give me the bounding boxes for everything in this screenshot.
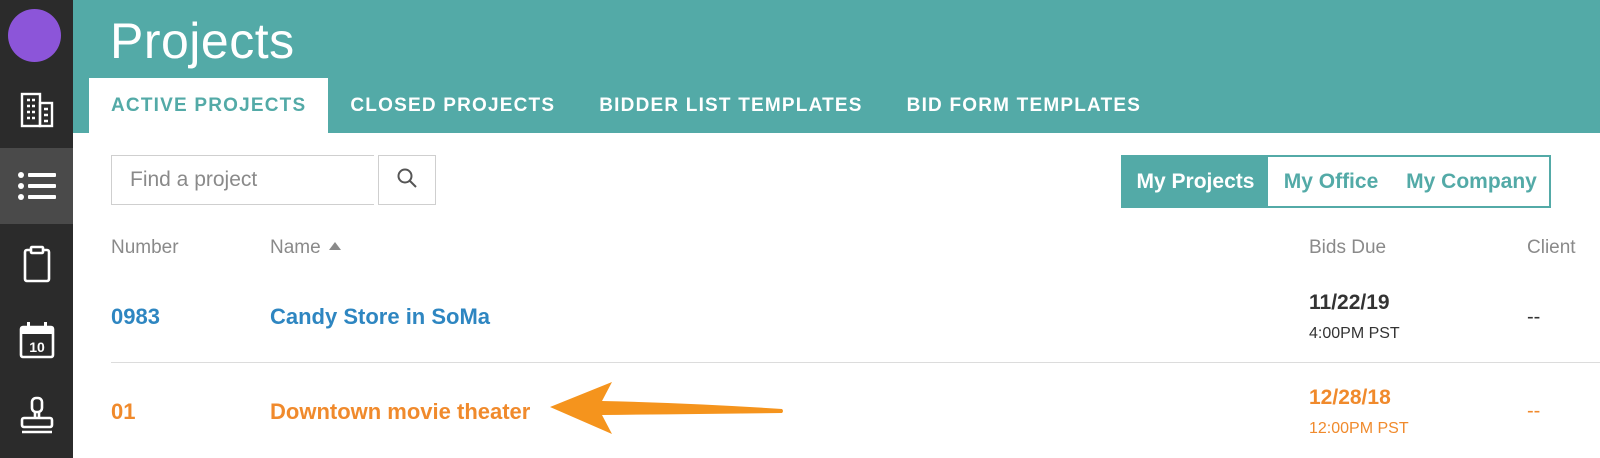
sidebar-item-projects[interactable] [0, 148, 73, 224]
building-icon [19, 91, 55, 129]
app-window: 10 Projects ACTIVE PROJECTS CLOSED PROJE… [0, 0, 1600, 458]
sort-ascending-icon [328, 241, 341, 250]
column-header-name-label: Name [270, 237, 321, 258]
tab-bid-form-templates[interactable]: BID FORM TEMPLATES [885, 78, 1163, 133]
pointer-arrow-icon [550, 378, 786, 441]
row-2-client: -- [1527, 400, 1541, 422]
row-1-due-time: 4:00PM PST [1309, 325, 1400, 342]
row-2-due-date: 12/28/18 [1309, 386, 1391, 409]
sidebar-item-buildings[interactable] [0, 72, 73, 148]
search-button[interactable] [378, 155, 436, 205]
filter-my-company[interactable]: My Company [1394, 157, 1549, 206]
row-divider [111, 362, 1600, 363]
row-1-due-date: 11/22/19 [1309, 291, 1390, 314]
tab-bidder-list-templates[interactable]: BIDDER LIST TEMPLATES [577, 78, 884, 133]
sidebar-item-tasks[interactable] [0, 226, 73, 302]
avatar[interactable] [8, 9, 61, 62]
row-2-due-time: 12:00PM PST [1309, 420, 1409, 437]
sidebar-item-calendar[interactable]: 10 [0, 302, 73, 378]
row-1-client: -- [1527, 306, 1541, 328]
search-icon [396, 167, 418, 194]
calendar-icon: 10 [19, 321, 55, 359]
search-input[interactable] [111, 155, 374, 205]
column-header-client[interactable]: Client [1527, 237, 1576, 259]
filter-my-projects[interactable]: My Projects [1123, 157, 1268, 206]
row-1-number[interactable]: 0983 [111, 304, 160, 330]
row-1-name[interactable]: Candy Store in SoMa [270, 304, 490, 330]
row-2-name[interactable]: Downtown movie theater [270, 399, 530, 425]
page-title: Projects [110, 13, 295, 69]
filter-my-office[interactable]: My Office [1268, 157, 1394, 206]
sidebar-item-bids[interactable] [0, 378, 73, 454]
column-header-bids-due[interactable]: Bids Due [1309, 237, 1386, 259]
column-header-number[interactable]: Number [111, 237, 179, 259]
tab-bar: ACTIVE PROJECTS CLOSED PROJECTS BIDDER L… [89, 78, 1163, 133]
tab-closed-projects[interactable]: CLOSED PROJECTS [328, 78, 577, 133]
tab-active-projects[interactable]: ACTIVE PROJECTS [89, 78, 329, 133]
stamp-icon [19, 396, 55, 436]
column-header-name[interactable]: Name [270, 237, 341, 259]
calendar-day-label: 10 [29, 339, 45, 355]
row-2-number[interactable]: 01 [111, 399, 135, 425]
list-icon [17, 171, 56, 201]
clipboard-icon [22, 245, 52, 283]
page-header: Projects ACTIVE PROJECTS CLOSED PROJECTS… [73, 0, 1600, 133]
sidebar: 10 [0, 0, 73, 458]
project-scope-filter: My Projects My Office My Company [1121, 155, 1551, 208]
